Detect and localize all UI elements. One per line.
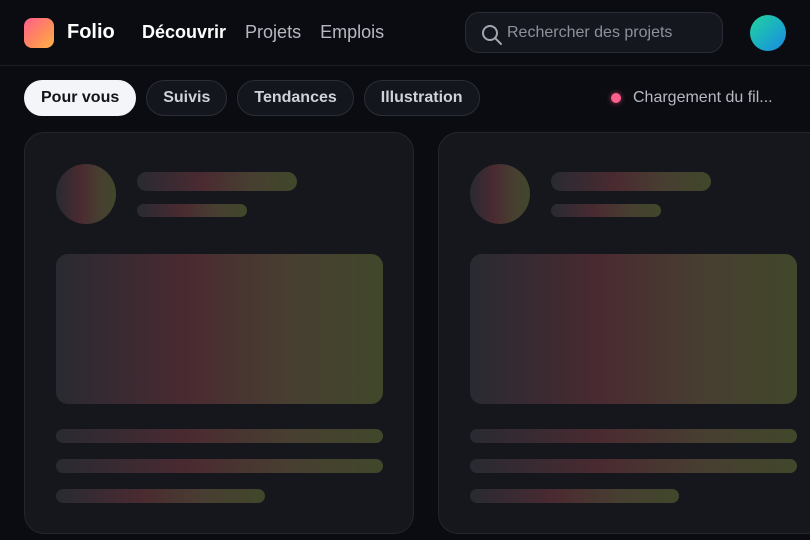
skeleton-avatar — [470, 164, 530, 224]
skeleton-subtitle — [551, 204, 661, 217]
nav-item-discover[interactable]: Découvrir — [142, 20, 226, 44]
chip-trending[interactable]: Tendances — [237, 80, 354, 116]
skeleton-line — [470, 489, 679, 503]
user-avatar[interactable] — [750, 15, 786, 51]
nav-item-projects[interactable]: Projets — [245, 20, 301, 44]
search-box[interactable] — [465, 12, 723, 53]
skeleton-media — [56, 254, 383, 404]
search-input[interactable] — [507, 20, 712, 46]
top-bar: Folio Découvrir Projets Emplois — [0, 0, 810, 66]
skeleton-line — [470, 459, 797, 473]
skeleton-media — [470, 254, 797, 404]
filter-chips: Pour vous Suivis Tendances Illustration — [24, 80, 480, 116]
status-dot — [611, 93, 621, 103]
brand-name[interactable]: Folio — [67, 20, 115, 44]
skeleton-line — [56, 459, 383, 473]
search-icon — [482, 25, 502, 45]
skeleton-line — [56, 489, 265, 503]
chip-following[interactable]: Suivis — [146, 80, 228, 116]
project-card-skeleton — [24, 132, 414, 534]
main-nav: Découvrir Projets Emplois — [142, 20, 384, 44]
skeleton-subtitle — [137, 204, 247, 217]
loading-status: Chargement du fil... — [611, 89, 799, 107]
logo-icon[interactable] — [24, 18, 54, 48]
chip-illustration[interactable]: Illustration — [363, 80, 480, 116]
skeleton-line — [56, 429, 383, 443]
chip-for-you[interactable]: Pour vous — [24, 80, 137, 116]
skeleton-line — [470, 429, 797, 443]
project-card-skeleton — [438, 132, 810, 534]
skeleton-title — [137, 172, 297, 191]
status-text: Chargement du fil... — [633, 89, 773, 106]
nav-item-jobs[interactable]: Emplois — [320, 20, 384, 44]
skeleton-title — [551, 172, 711, 191]
skeleton-avatar — [56, 164, 116, 224]
